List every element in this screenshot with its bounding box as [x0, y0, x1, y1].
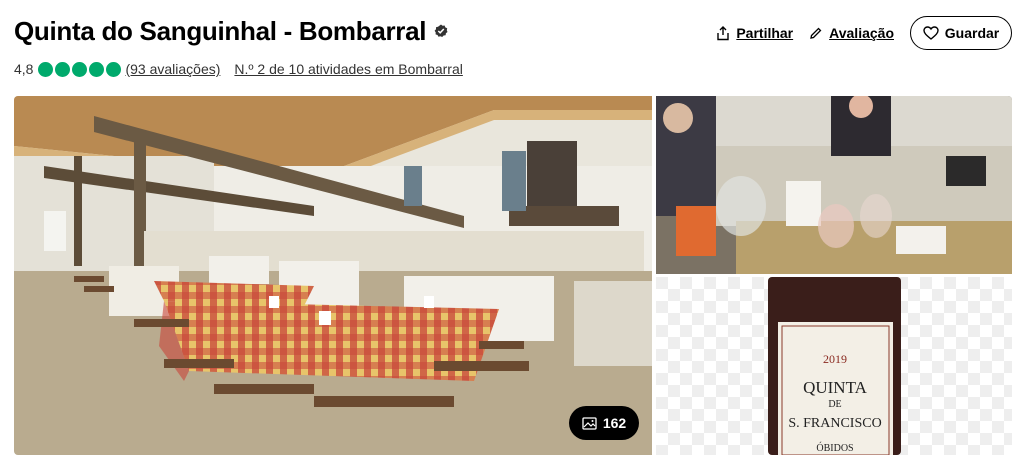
bottle-name-line3: S. FRANCISCO — [788, 416, 881, 431]
bottle-name-line1: QUINTA — [803, 378, 868, 397]
review-label: Avaliação — [829, 25, 894, 41]
ranking-link[interactable]: N.º 2 de 10 atividades em Bombarral — [234, 61, 462, 77]
share-button[interactable]: Partilhar — [716, 25, 793, 41]
rating-bubble-icon — [72, 61, 88, 77]
rating-value: 4,8 — [14, 61, 34, 77]
image-icon — [582, 416, 597, 430]
photo-count: 162 — [602, 415, 627, 431]
header-actions: Partilhar Avaliação Guardar — [716, 16, 1012, 50]
share-label: Partilhar — [736, 25, 794, 41]
rating-bubble-icon — [106, 61, 122, 77]
save-label: Guardar — [944, 25, 1000, 41]
verified-badge-icon — [434, 24, 448, 38]
bottle-year: 2019 — [823, 352, 847, 366]
rating-row: 4,8 (93 avaliações) N.º 2 de 10 atividad… — [14, 61, 463, 77]
reviews-link[interactable]: (93 avaliações) — [125, 61, 220, 77]
heart-icon — [923, 26, 939, 40]
bottle-name-line2: DE — [828, 399, 841, 410]
main-photo-winery-hall[interactable] — [14, 96, 652, 455]
side-photo-wine-bottle[interactable]: 2019 QUINTA DE S. FRANCISCO ÓBIDOS — [656, 277, 1012, 455]
write-review-button[interactable]: Avaliação — [809, 25, 894, 41]
photo-count-button[interactable]: 162 — [569, 406, 639, 440]
title-row: Quinta do Sanguinhal - Bombarral — [14, 14, 448, 48]
rating-bubbles — [38, 61, 122, 77]
bottle-region: ÓBIDOS — [816, 442, 853, 454]
rating-bubble-icon — [89, 61, 105, 77]
share-icon — [717, 25, 730, 40]
save-button[interactable]: Guardar — [910, 16, 1012, 50]
rating-bubble-icon — [38, 61, 54, 77]
rating-bubble-icon — [55, 61, 71, 77]
page-title: Quinta do Sanguinhal - Bombarral — [14, 16, 427, 46]
pencil-icon — [810, 27, 822, 39]
side-photo-wine-tasting[interactable] — [656, 96, 1012, 274]
